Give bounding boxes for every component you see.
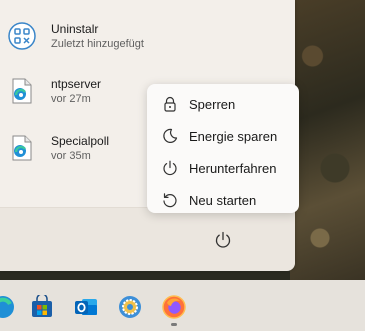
menu-item-lock[interactable]: Sperren (147, 88, 299, 120)
power-options-menu: Sperren Energie sparen Herunterfahren Ne… (147, 84, 299, 213)
recent-item-name: Specialpoll (51, 133, 110, 148)
edge-partial-icon[interactable] (0, 294, 16, 320)
menu-item-label: Neu starten (189, 192, 257, 208)
desktop-wallpaper (290, 0, 365, 280)
outlook-icon[interactable] (73, 294, 99, 320)
recent-item-subtitle: vor 27m (51, 92, 91, 105)
recent-item-name: Uninstalr (51, 21, 99, 36)
menu-item-label: Herunterfahren (189, 160, 277, 176)
firefox-icon[interactable] (161, 294, 187, 320)
menu-item-sleep[interactable]: Energie sparen (147, 120, 299, 152)
menu-item-label: Sperren (189, 96, 236, 112)
power-button[interactable] (210, 227, 236, 253)
running-app-indicator (171, 323, 177, 326)
settings-gear-icon[interactable] (117, 294, 143, 320)
moon-icon (161, 127, 179, 145)
edge-document-icon (8, 77, 36, 105)
lock-icon (161, 95, 179, 113)
microsoft-store-icon[interactable] (29, 294, 55, 320)
recent-item-subtitle: vor 35m (51, 149, 91, 162)
menu-item-shutdown[interactable]: Herunterfahren (147, 152, 299, 184)
edge-document-icon (8, 134, 36, 162)
power-icon (161, 159, 179, 177)
recent-item-subtitle: Zuletzt hinzugefügt (51, 37, 144, 50)
menu-item-label: Energie sparen (189, 128, 278, 144)
menu-item-restart[interactable]: Neu starten (147, 184, 299, 216)
restart-icon (161, 191, 179, 209)
start-menu-footer (0, 207, 295, 271)
taskbar (0, 280, 365, 331)
grid-app-icon (8, 22, 36, 50)
recent-item-uninstalr[interactable]: Uninstalr Zuletzt hinzugefügt (8, 14, 208, 58)
power-icon (215, 231, 231, 248)
recent-item-name: ntpserver (51, 76, 102, 91)
